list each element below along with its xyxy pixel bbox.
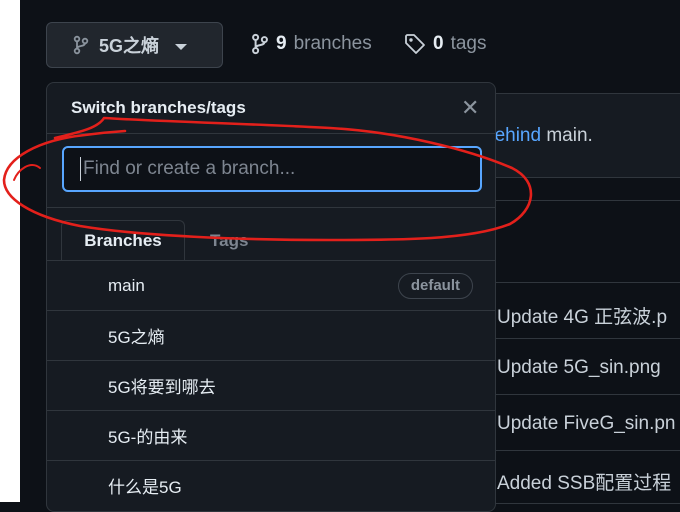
red-circle-annotation	[2, 116, 533, 242]
